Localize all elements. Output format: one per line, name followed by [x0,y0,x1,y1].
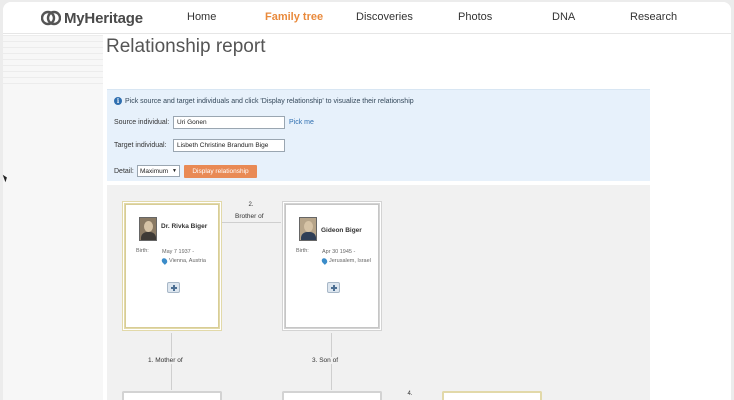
nav-discoveries[interactable]: Discoveries [356,11,413,23]
target-individual-input[interactable] [173,139,285,152]
birth-label: Birth: [296,248,309,254]
relationship-tree: Dr. Rivka Biger Birth: May 7 1937 - Vien… [107,185,650,400]
target-label: Target individual: [114,142,167,149]
person-card-rivka-biger[interactable]: Dr. Rivka Biger Birth: May 7 1937 - Vien… [122,201,222,331]
relationship-form-panel: i Pick source and target individuals and… [107,89,650,181]
person-name: Gideon Biger [321,227,362,234]
left-gutter [3,35,103,400]
display-relationship-button[interactable]: Display relationship [184,165,257,178]
top-navigation-bar: MyHeritage Home Family tree Discoveries … [3,2,731,34]
connector-line [221,222,281,223]
relation-label: 1. Mother of [148,357,183,364]
main-nav: Home Family tree Discoveries Photos DNA … [3,11,731,27]
expand-tree-button[interactable] [167,282,180,293]
relation-label: Brother of [235,213,264,220]
info-text: Pick source and target individuals and c… [125,97,414,105]
info-message: i Pick source and target individuals and… [114,97,414,105]
nav-family-tree[interactable]: Family tree [265,11,323,23]
nav-home[interactable]: Home [187,11,216,23]
birth-details: Apr 30 1945 - Jerusalem, Israel [320,248,378,266]
person-name: Dr. Rivka Biger [161,223,208,230]
source-label: Source individual: [114,119,170,126]
expand-tree-button[interactable] [327,282,340,293]
nav-photos[interactable]: Photos [458,11,492,23]
birth-place-row: Jerusalem, Israel [320,256,378,266]
relation-number: 4. [407,391,413,397]
location-pin-icon [320,256,329,265]
location-pin-icon [160,256,169,265]
chevron-down-icon: ▼ [172,168,177,174]
person-card-partial[interactable] [122,391,222,400]
person-card-partial[interactable] [282,391,382,400]
page: MyHeritage Home Family tree Discoveries … [3,2,731,400]
relation-label: 3. Son of [312,357,339,364]
birth-place: Jerusalem, Israel [329,258,371,264]
birth-place-row: Vienna, Austria [160,256,218,266]
pick-me-link[interactable]: Pick me [289,119,314,126]
relation-number: 2. [248,202,254,208]
detail-select[interactable]: Maximum ▼ [137,165,180,177]
detail-select-value: Maximum [140,167,169,175]
birth-label: Birth: [136,248,149,254]
info-icon: i [114,97,122,105]
person-card-gideon-biger[interactable]: Gideon Biger Birth: Apr 30 1945 - Jerusa… [282,201,382,331]
avatar [139,217,157,241]
page-title: Relationship report [106,36,266,57]
detail-label: Detail: [114,168,134,175]
avatar [299,217,317,241]
browser-frame: MyHeritage Home Family tree Discoveries … [0,0,734,400]
person-card-partial[interactable] [442,391,542,400]
birth-date: Apr 30 1945 - [322,249,356,255]
nav-research[interactable]: Research [630,11,677,23]
birth-place: Vienna, Austria [169,258,206,264]
birth-date: May 7 1937 - [162,249,195,255]
birth-details: May 7 1937 - Vienna, Austria [160,248,218,266]
nav-dna[interactable]: DNA [552,11,575,23]
source-individual-input[interactable] [173,116,285,129]
